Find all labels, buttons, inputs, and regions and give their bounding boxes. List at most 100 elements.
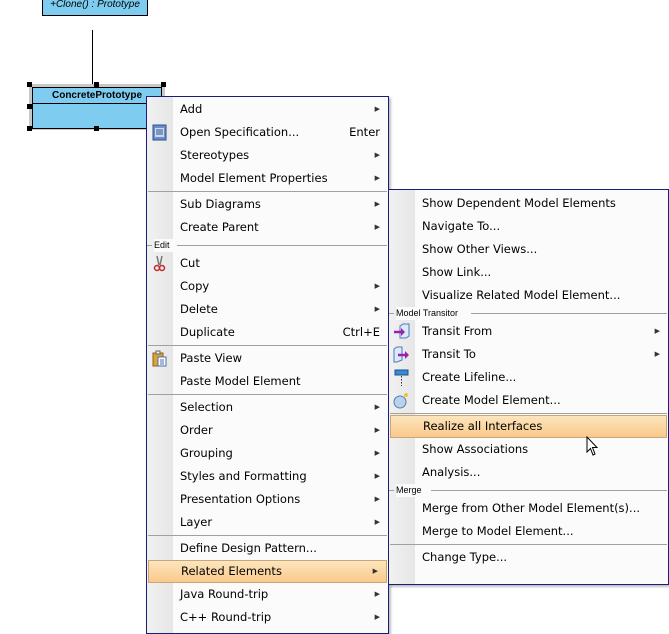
menu-item-cut[interactable]: Cut	[147, 252, 388, 275]
menu-item-transit-to[interactable]: Transit To ▶	[389, 343, 668, 366]
menu-item-label: Presentation Options	[180, 492, 301, 506]
submenu-arrow-icon: ▶	[374, 590, 380, 598]
menu-item-label: Selection	[180, 400, 233, 414]
menu-item-label: Merge to Model Element...	[422, 524, 574, 538]
resize-handle[interactable]	[27, 126, 32, 131]
submenu-arrow-icon: ▶	[374, 223, 380, 231]
menu-item-label: Cut	[180, 256, 200, 270]
menu-item-create-lifeline[interactable]: Create Lifeline...	[389, 366, 668, 389]
menu-item-label: Define Design Pattern...	[180, 541, 317, 555]
menu-item-define-design-pattern[interactable]: Define Design Pattern...	[147, 537, 388, 560]
menu-item-label: Duplicate	[180, 325, 235, 339]
generalization-line[interactable]	[92, 30, 93, 87]
menu-item-label: Add	[180, 102, 203, 116]
shortcut-label: Ctrl+E	[342, 325, 380, 339]
menu-item-paste-view[interactable]: Paste View	[147, 347, 388, 370]
menu-item-layer[interactable]: Layer ▶	[147, 511, 388, 534]
group-label: Model Transitor	[396, 307, 462, 320]
menu-item-label: Delete	[180, 302, 218, 316]
submenu-arrow-icon: ▶	[374, 403, 380, 411]
submenu-arrow-icon: ▶	[374, 426, 380, 434]
menu-item-realize-all-interfaces[interactable]: Realize all Interfaces	[390, 415, 667, 438]
transit-to-icon	[393, 346, 409, 363]
submenu-arrow-icon: ▶	[374, 495, 380, 503]
menu-item-show-dependent-model-elements[interactable]: Show Dependent Model Elements	[389, 192, 668, 215]
submenu-arrow-icon: ▶	[374, 472, 380, 480]
menu-item-label: Grouping	[180, 446, 233, 460]
parent-class-prototype[interactable]: +Clone() : Prototype	[42, 0, 148, 16]
lifeline-icon	[394, 369, 409, 386]
menu-item-merge-from-other[interactable]: Merge from Other Model Element(s)...	[389, 497, 668, 520]
menu-item-model-element-properties[interactable]: Model Element Properties ▶	[147, 167, 388, 190]
class-name: ConcretePrototype	[33, 88, 161, 104]
mouse-pointer-icon	[586, 436, 599, 456]
resize-handle[interactable]	[27, 104, 32, 109]
menu-item-create-model-element[interactable]: Create Model Element...	[389, 389, 668, 412]
resize-handle[interactable]	[94, 126, 99, 131]
menu-group-merge: Merge	[389, 484, 668, 497]
menu-item-add[interactable]: Add ▶	[147, 98, 388, 121]
menu-item-java-round-trip[interactable]: Java Round-trip ▶	[147, 583, 388, 606]
menu-item-navigate-to[interactable]: Navigate To...	[389, 215, 668, 238]
submenu-arrow-icon: ▶	[374, 305, 380, 313]
menu-item-show-other-views[interactable]: Show Other Views...	[389, 238, 668, 261]
transit-from-icon	[394, 323, 410, 339]
menu-item-label: Sub Diagrams	[180, 197, 261, 211]
resize-handle[interactable]	[161, 82, 166, 87]
menu-item-label: Open Specification...	[180, 125, 300, 139]
resize-handle[interactable]	[94, 82, 99, 87]
menu-item-change-type[interactable]: Change Type...	[389, 546, 668, 569]
submenu-arrow-icon: ▶	[372, 567, 378, 575]
menu-item-transit-from[interactable]: Transit From ▶	[389, 320, 668, 343]
submenu-arrow-icon: ▶	[654, 350, 660, 358]
menu-item-paste-model-element[interactable]: Paste Model Element	[147, 370, 388, 393]
submenu-arrow-icon: ▶	[374, 151, 380, 159]
shortcut-label: Enter	[349, 125, 380, 139]
menu-item-visualize-related-model-element[interactable]: Visualize Related Model Element...	[389, 284, 668, 307]
class-concrete-prototype[interactable]: ConcretePrototype	[32, 87, 162, 129]
context-menu: Add ▶ Open Specification... Enter Stereo…	[146, 96, 389, 634]
submenu-arrow-icon: ▶	[374, 613, 380, 621]
parent-class-operation: +Clone() : Prototype	[50, 0, 140, 10]
menu-item-label: Create Lifeline...	[422, 370, 517, 384]
menu-item-stereotypes[interactable]: Stereotypes ▶	[147, 144, 388, 167]
menu-item-label: Merge from Other Model Element(s)...	[422, 501, 641, 515]
menu-item-styles-and-formatting[interactable]: Styles and Formatting ▶	[147, 465, 388, 488]
menu-item-copy[interactable]: Copy ▶	[147, 275, 388, 298]
menu-item-label: Order	[180, 423, 213, 437]
menu-item-merge-to-model-element[interactable]: Merge to Model Element...	[389, 520, 668, 543]
menu-item-cpp-round-trip[interactable]: C++ Round-trip ▶	[147, 606, 388, 629]
menu-item-analysis[interactable]: Analysis...	[389, 461, 668, 484]
clipboard-icon	[152, 350, 167, 367]
menu-item-label: Change Type...	[422, 550, 508, 564]
submenu-arrow-icon: ▶	[374, 200, 380, 208]
menu-item-create-parent[interactable]: Create Parent ▶	[147, 216, 388, 239]
menu-item-label: C++ Round-trip	[180, 610, 272, 624]
resize-handle[interactable]	[27, 82, 32, 87]
menu-item-label: Analysis...	[422, 465, 481, 479]
menu-item-grouping[interactable]: Grouping ▶	[147, 442, 388, 465]
menu-item-label: Transit From	[422, 324, 493, 338]
submenu-arrow-icon: ▶	[374, 282, 380, 290]
menu-item-label: Styles and Formatting	[180, 469, 307, 483]
menu-item-sub-diagrams[interactable]: Sub Diagrams ▶	[147, 193, 388, 216]
menu-item-label: Visualize Related Model Element...	[422, 288, 621, 302]
menu-item-duplicate[interactable]: Duplicate Ctrl+E	[147, 321, 388, 344]
menu-item-order[interactable]: Order ▶	[147, 419, 388, 442]
submenu-arrow-icon: ▶	[374, 518, 380, 526]
menu-item-show-link[interactable]: Show Link...	[389, 261, 668, 284]
menu-group-model-transitor: Model Transitor	[389, 307, 668, 320]
menu-item-delete[interactable]: Delete ▶	[147, 298, 388, 321]
related-elements-submenu: Show Dependent Model Elements Navigate T…	[388, 189, 669, 585]
menu-group-edit: Edit	[147, 239, 388, 252]
menu-item-selection[interactable]: Selection ▶	[147, 396, 388, 419]
menu-item-label: Stereotypes	[180, 148, 250, 162]
scissors-icon	[153, 255, 166, 272]
menu-item-open-specification[interactable]: Open Specification... Enter	[147, 121, 388, 144]
menu-item-label: Realize all Interfaces	[423, 419, 543, 433]
menu-item-related-elements[interactable]: Related Elements ▶	[148, 560, 387, 583]
menu-item-presentation-options[interactable]: Presentation Options ▶	[147, 488, 388, 511]
menu-item-label: Create Model Element...	[422, 393, 561, 407]
menu-item-show-associations[interactable]: Show Associations	[389, 438, 668, 461]
menu-item-label: Paste Model Element	[180, 374, 301, 388]
